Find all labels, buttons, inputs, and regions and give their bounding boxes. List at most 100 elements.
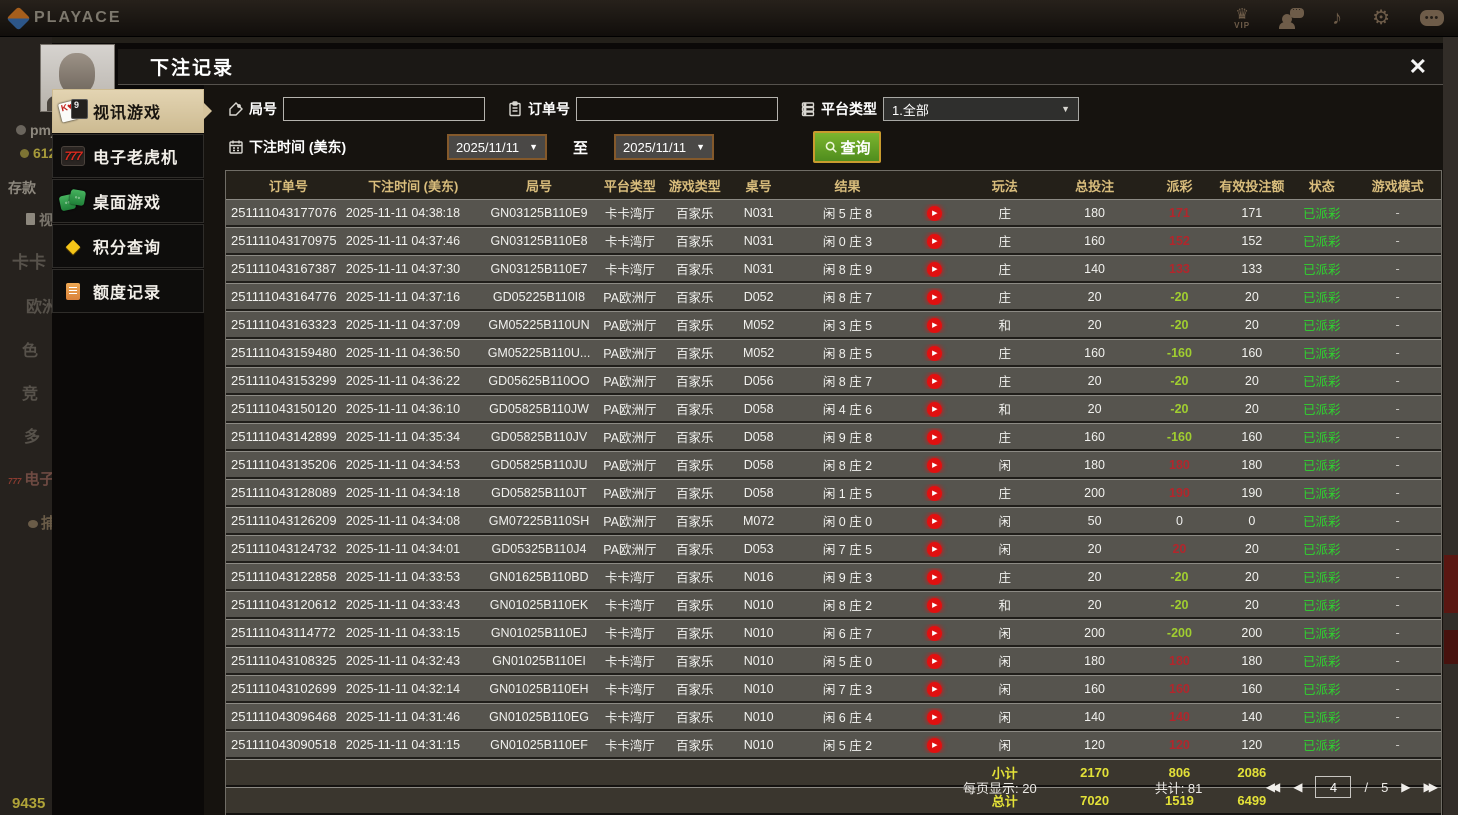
table-row[interactable]: 251111043150120 2025-11-11 04:36:10 GD05…	[226, 395, 1441, 423]
cell-video: ▶	[905, 512, 965, 529]
play-video-icon[interactable]: ▶	[927, 458, 943, 473]
play-video-icon[interactable]: ▶	[927, 710, 943, 725]
table-row[interactable]: 251111043090518 2025-11-11 04:31:15 GN01…	[226, 731, 1441, 759]
close-icon[interactable]: ✕	[1409, 55, 1427, 78]
table-row[interactable]: 251111043159480 2025-11-11 04:36:50 GM05…	[226, 339, 1441, 367]
table-row[interactable]: 251111043163323 2025-11-11 04:37:09 GM05…	[226, 311, 1441, 339]
header-table-no: 桌号	[745, 178, 772, 194]
cell-platform: PA欧洲厅	[603, 291, 657, 305]
vip-icon[interactable]: ♛ VIP	[1234, 7, 1250, 30]
page-number-input[interactable]	[1315, 776, 1352, 798]
play-video-icon[interactable]: ▶	[927, 402, 943, 417]
table-row[interactable]: 251111043124732 2025-11-11 04:34:01 GD05…	[226, 535, 1441, 563]
table-row[interactable]: 251111043135206 2025-11-11 04:34:53 GD05…	[226, 451, 1441, 479]
order-no-input[interactable]	[576, 97, 778, 121]
play-video-icon[interactable]: ▶	[927, 318, 943, 333]
sidebar-item-table-games[interactable]: ◦◦ ◦◦ 桌面游戏	[52, 179, 204, 223]
customer-service-icon[interactable]	[1279, 5, 1305, 29]
cell-order-no: 251111043114772	[231, 625, 336, 640]
cell-play: 庄	[998, 571, 1011, 585]
cell-order-no: 251111043090518	[231, 737, 337, 752]
table-row[interactable]: 251111043120612 2025-11-11 04:33:43 GN01…	[226, 591, 1441, 619]
cell-result: 闲 5 庄 0	[822, 655, 873, 669]
cell-play: 庄	[998, 431, 1011, 445]
cell-play: 闲	[998, 543, 1011, 557]
date-to-picker[interactable]: 2025/11/11 ▼	[614, 134, 715, 160]
table-row[interactable]: 251111043128089 2025-11-11 04:34:18 GD05…	[226, 479, 1441, 507]
table-row[interactable]: 251111043126209 2025-11-11 04:34:08 GM07…	[226, 507, 1441, 535]
cell-result: 闲 8 庄 7	[822, 291, 873, 305]
play-video-icon[interactable]: ▶	[927, 486, 943, 501]
music-icon[interactable]: ♪	[1332, 8, 1342, 28]
play-video-icon[interactable]: ▶	[927, 374, 943, 389]
cell-game-type: 百家乐	[675, 711, 714, 725]
sidebar-item-quota-records[interactable]: 额度记录	[52, 269, 204, 313]
sidebar-item-video-games[interactable]: K♥ 9 视讯游戏	[52, 89, 212, 133]
header-play: 玩法	[991, 178, 1018, 194]
play-video-icon[interactable]: ▶	[927, 542, 943, 557]
search-button[interactable]: 查询	[813, 131, 882, 163]
header-game-mode: 游戏模式	[1371, 178, 1424, 194]
cell-play: 闲	[998, 655, 1011, 669]
lobby-menu-fragment: 多	[24, 429, 41, 446]
settings-gear-icon[interactable]: ⚙	[1372, 8, 1390, 28]
prev-page-button[interactable]: ◀	[1293, 780, 1302, 794]
play-video-icon[interactable]: ▶	[927, 206, 943, 221]
cell-payout: 180	[1169, 457, 1190, 472]
table-row[interactable]: 251111043164776 2025-11-11 04:37:16 GD05…	[226, 283, 1441, 311]
cell-platform: PA欧洲厅	[603, 459, 657, 473]
table-row[interactable]: 251111043096468 2025-11-11 04:31:46 GN01…	[226, 703, 1441, 731]
cell-game-no: GN01025B110EK	[489, 597, 589, 612]
cell-order-no: 251111043124732	[231, 541, 337, 556]
cell-total-bet: 20	[1087, 289, 1102, 304]
play-video-icon[interactable]: ▶	[927, 514, 943, 529]
play-video-icon[interactable]: ▶	[927, 654, 943, 669]
table-row[interactable]: 251111043114772 2025-11-11 04:33:15 GN01…	[226, 619, 1441, 647]
cell-result: 闲 6 庄 4	[822, 711, 873, 725]
table-row[interactable]: 251111043102699 2025-11-11 04:32:14 GN01…	[226, 675, 1441, 703]
table-row[interactable]: 251111043170975 2025-11-11 04:37:46 GN03…	[226, 227, 1441, 255]
play-video-icon[interactable]: ▶	[927, 626, 943, 641]
play-video-icon[interactable]: ▶	[927, 346, 943, 361]
first-page-button[interactable]: ◀◀	[1266, 780, 1281, 794]
table-row[interactable]: 251111043108325 2025-11-11 04:32:43 GN01…	[226, 647, 1441, 675]
table-row[interactable]: 251111043177076 2025-11-11 04:38:18 GN03…	[226, 199, 1441, 227]
play-video-icon[interactable]: ▶	[927, 682, 943, 697]
play-video-icon[interactable]: ▶	[927, 570, 943, 585]
play-video-icon[interactable]: ▶	[927, 738, 943, 753]
table-row[interactable]: 251111043122858 2025-11-11 04:33:53 GN01…	[226, 563, 1441, 591]
table-row[interactable]: 251111043167387 2025-11-11 04:37:30 GN03…	[226, 255, 1441, 283]
play-video-icon[interactable]: ▶	[927, 598, 943, 613]
platform-type-select[interactable]: 1.全部 ▼	[883, 97, 1079, 121]
cell-platform: PA欧洲厅	[603, 347, 657, 361]
date-from-picker[interactable]: 2025/11/11 ▼	[447, 134, 547, 160]
cell-video: ▶	[905, 316, 965, 333]
cell-platform: PA欧洲厅	[603, 487, 657, 501]
sidebar-item-slots[interactable]: 777 电子老虎机	[52, 134, 204, 178]
chevron-down-icon: ▼	[696, 142, 706, 152]
next-page-button[interactable]: ▶	[1401, 780, 1410, 794]
cell-result: 闲 9 庄 3	[822, 571, 873, 585]
cell-platform: PA欧洲厅	[603, 431, 657, 445]
sidebar-item-points-query[interactable]: ◆ 积分查询	[52, 224, 204, 268]
table-row[interactable]: 251111043153299 2025-11-11 04:36:22 GD05…	[226, 367, 1441, 395]
cell-result: 闲 8 庄 9	[822, 263, 873, 277]
cell-game-mode: -	[1395, 653, 1400, 668]
chat-icon[interactable]: •••	[1420, 10, 1444, 26]
cell-video: ▶	[905, 736, 965, 753]
play-video-icon[interactable]: ▶	[927, 234, 943, 249]
cell-valid-bet: 160	[1241, 429, 1263, 444]
cell-game-type: 百家乐	[675, 235, 714, 249]
play-video-icon[interactable]: ▶	[927, 430, 943, 445]
cell-platform: PA欧洲厅	[603, 403, 657, 417]
cell-platform: 卡卡湾厅	[604, 263, 655, 277]
brand-logo[interactable]: PLAYACE	[6, 5, 122, 31]
play-video-icon[interactable]: ▶	[927, 262, 943, 277]
play-video-icon[interactable]: ▶	[927, 290, 943, 305]
cell-payout: -20	[1170, 597, 1189, 612]
cell-total-bet: 160	[1084, 429, 1106, 444]
cell-video: ▶	[905, 372, 965, 389]
last-page-button[interactable]: ▶▶	[1424, 780, 1439, 794]
game-no-input[interactable]	[283, 97, 485, 121]
table-row[interactable]: 251111043142899 2025-11-11 04:35:34 GD05…	[226, 423, 1441, 451]
